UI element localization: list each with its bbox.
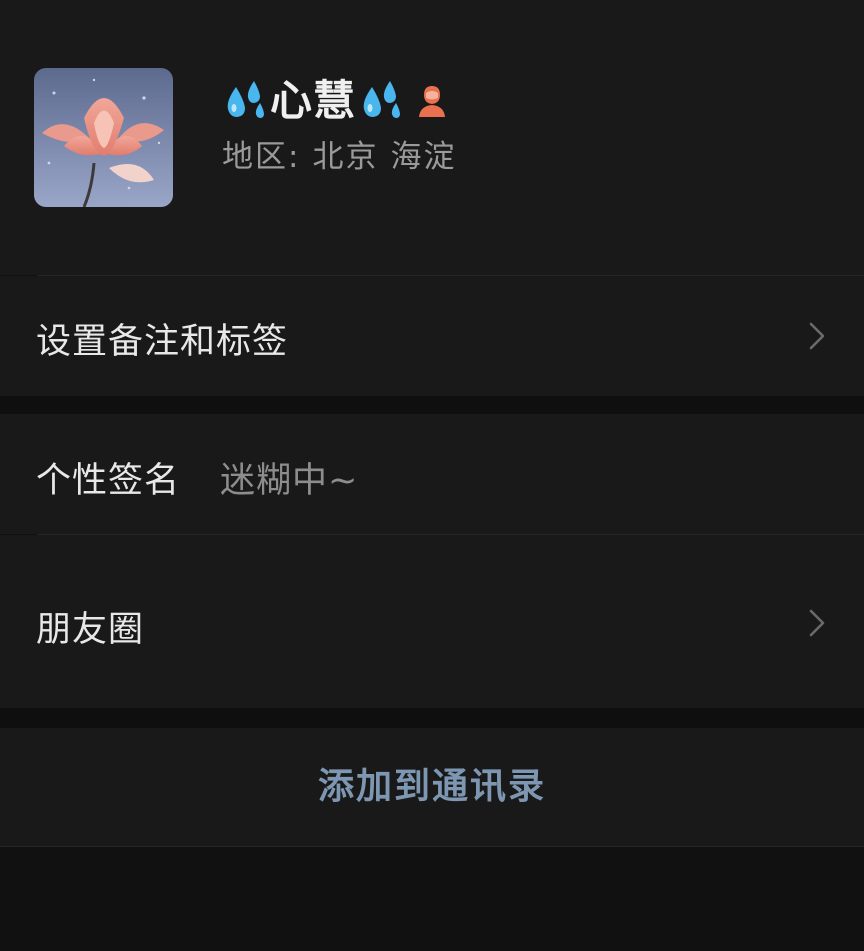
- divider: [0, 846, 864, 847]
- profile-header: 心慧 地区: 北京 海淀: [0, 0, 864, 275]
- region-label: 地区:: [222, 139, 301, 175]
- moments-row[interactable]: 朋友圈: [0, 535, 864, 708]
- contact-profile-page: 心慧 地区: 北京 海淀 设置备注和标签 个性签名 迷糊中~ 朋友圈 添加到通讯…: [0, 0, 864, 951]
- female-person-icon: [419, 86, 446, 117]
- section-gap: [0, 708, 864, 728]
- add-to-contacts-label: 添加到通讯录: [317, 766, 546, 807]
- region-info: 地区: 北京 海淀: [222, 135, 456, 179]
- add-to-contacts-button[interactable]: 添加到通讯录: [0, 728, 864, 846]
- set-remark-and-tags-row[interactable]: 设置备注和标签: [0, 276, 864, 396]
- contact-name: 心慧: [270, 76, 357, 125]
- name-row: 心慧: [222, 73, 450, 129]
- signature-label: 个性签名: [36, 461, 181, 501]
- avatar[interactable]: [34, 68, 173, 207]
- region-city: 北京: [312, 139, 379, 175]
- signature-value: 迷糊中~: [220, 461, 359, 501]
- lotus-avatar-image: [34, 68, 173, 207]
- chevron-right-icon: [809, 322, 825, 350]
- set-remark-label: 设置备注和标签: [36, 322, 289, 362]
- region-district: 海淀: [390, 139, 457, 175]
- sweat-droplets-icon: [363, 81, 401, 118]
- sweat-droplets-icon: [227, 81, 264, 118]
- section-gap: [0, 396, 864, 414]
- moments-label: 朋友圈: [36, 610, 145, 650]
- chevron-right-icon: [809, 609, 825, 637]
- signature-row: 个性签名 迷糊中~: [0, 414, 864, 534]
